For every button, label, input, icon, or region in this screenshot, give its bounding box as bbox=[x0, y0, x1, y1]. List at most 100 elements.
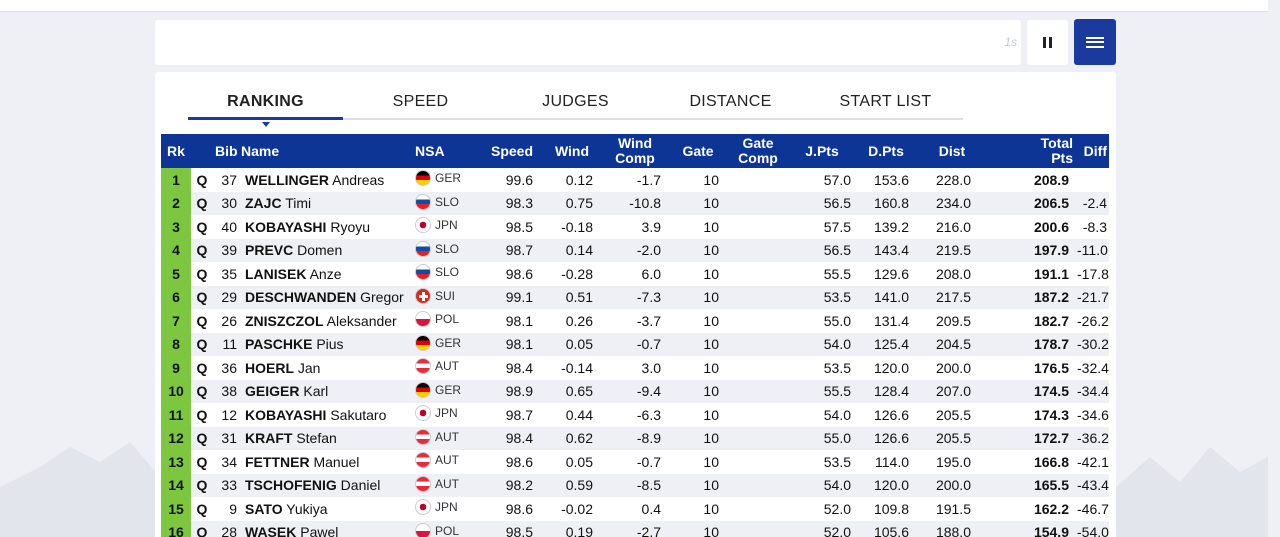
last-name: KOBAYASHI bbox=[245, 406, 327, 423]
speed-cell: 98.5 bbox=[505, 218, 533, 235]
jpts-cell: 56.5 bbox=[789, 238, 855, 262]
dist-cell: 217.5 bbox=[917, 285, 987, 309]
col-jpts[interactable]: J.Pts bbox=[789, 134, 855, 168]
table-row[interactable]: 4 Q 39 PREVC Domen SLO 98.7 0.14 -2.0 10 56.5 143.… bbox=[161, 238, 1109, 262]
name-cell[interactable]: TSCHOFENIG Daniel bbox=[239, 473, 413, 497]
name-cell[interactable]: PASCHKE Pius bbox=[239, 332, 413, 356]
col-wind[interactable]: Wind bbox=[543, 134, 601, 168]
tab-speed[interactable]: SPEED bbox=[343, 93, 498, 111]
name-cell[interactable]: FETTNER Manuel bbox=[239, 450, 413, 474]
col-speed[interactable]: Speed bbox=[481, 134, 543, 168]
dist-cell: 195.0 bbox=[935, 453, 971, 470]
name-cell[interactable]: DESCHWANDEN Gregor bbox=[239, 285, 413, 309]
qualified-cell: Q bbox=[191, 332, 213, 356]
last-name: WELLINGER bbox=[245, 171, 329, 188]
name-cell[interactable]: GEIGER Karl bbox=[239, 379, 413, 403]
table-row[interactable]: 10 Q 38 GEIGER Karl GER 98.9 0.65 -9.4 10 55.5 128… bbox=[161, 379, 1109, 403]
nsa-code: JPN bbox=[435, 406, 458, 421]
table-row[interactable]: 15 Q 9 SATO Yukiya JPN 98.6 -0.02 0.4 10 52.0 109.… bbox=[161, 497, 1109, 521]
dist-cell: 188.0 bbox=[917, 520, 987, 537]
table-row[interactable]: 7 Q 26 ZNISZCZOL Aleksander POL 98.1 0.26 -3.7 1… bbox=[161, 309, 1109, 333]
nsa-cell: JPN bbox=[413, 215, 481, 239]
table-row[interactable]: 3 Q 40 KOBAYASHI Ryoyu JPN 98.5 -0.18 3.9 10 57.5… bbox=[161, 215, 1109, 239]
wind-cell: -0.14 bbox=[561, 359, 593, 376]
nsa-code: GER bbox=[435, 335, 462, 350]
tab-judges[interactable]: JUDGES bbox=[498, 93, 653, 111]
gate-comp-cell bbox=[727, 309, 789, 333]
table-row[interactable]: 14 Q 33 TSCHOFENIG Daniel AUT 98.2 0.59 -8.5 10 5… bbox=[161, 473, 1109, 497]
nsa-cell: GER bbox=[413, 379, 481, 403]
tab-ranking[interactable]: RANKING bbox=[188, 93, 343, 111]
total-cell: 208.9 bbox=[1033, 171, 1069, 188]
total-cell: 197.9 bbox=[987, 238, 1075, 262]
nsa-code: GER bbox=[435, 382, 462, 397]
col-dist[interactable]: Dist bbox=[917, 134, 987, 168]
col-dpts[interactable]: D.Pts bbox=[855, 134, 917, 168]
total-cell: 165.5 bbox=[987, 473, 1075, 497]
pause-button[interactable] bbox=[1027, 20, 1068, 65]
table-row[interactable]: 12 Q 31 KRAFT Stefan AUT 98.4 0.62 -8.9 10 55.0 12… bbox=[161, 426, 1109, 450]
table-row[interactable]: 6 Q 29 DESCHWANDEN Gregor SUI 99.1 0.51 -7.3 10 5… bbox=[161, 285, 1109, 309]
col-name[interactable]: Name bbox=[239, 134, 413, 168]
table-row[interactable]: 5 Q 35 LANISEK Anze SLO 98.6 -0.28 6.0 10 55.5 129… bbox=[161, 262, 1109, 286]
name-cell[interactable]: WELLINGER Andreas bbox=[239, 168, 413, 192]
col-diff[interactable]: Diff bbox=[1075, 134, 1109, 168]
diff-cell bbox=[1075, 168, 1109, 192]
nsa-cell: JPN bbox=[413, 403, 481, 427]
name-cell[interactable]: PREVC Domen bbox=[239, 238, 413, 262]
table-row[interactable]: 11 Q 12 KOBAYASHI Sakutaro JPN 98.7 0.44 -6.3 10… bbox=[161, 403, 1109, 427]
col-gate[interactable]: Gate bbox=[669, 134, 727, 168]
gate-comp-cell bbox=[727, 520, 789, 537]
speed-cell: 98.7 bbox=[481, 238, 543, 262]
wind-comp-cell: 6.0 bbox=[641, 265, 661, 282]
name-cell[interactable]: LANISEK Anze bbox=[239, 262, 413, 286]
table-row[interactable]: 13 Q 34 FETTNER Manuel AUT 98.6 0.05 -0.7 10 53.5… bbox=[161, 450, 1109, 474]
col-gate-comp[interactable]: Gate Comp bbox=[727, 134, 789, 168]
search-bar[interactable]: 1s bbox=[155, 20, 1021, 65]
speed-cell: 98.4 bbox=[481, 426, 543, 450]
menu-button[interactable] bbox=[1074, 19, 1116, 65]
wind-comp-cell: -7.3 bbox=[601, 285, 669, 309]
gate-cell: 10 bbox=[669, 285, 727, 309]
first-name: Aleksander bbox=[326, 312, 397, 329]
flag-icon bbox=[415, 170, 431, 187]
table-row[interactable]: 2 Q 30 ZAJC Timi SLO 98.3 0.75 -10.8 10 56.5 160.8… bbox=[161, 191, 1109, 215]
diff-cell: -26.2 bbox=[1077, 312, 1109, 329]
diff-cell: -43.4 bbox=[1075, 473, 1109, 497]
name-cell[interactable]: WASEK Pawel bbox=[239, 520, 413, 537]
name-cell[interactable]: KOBAYASHI Ryoyu bbox=[239, 215, 413, 239]
caret-down-icon bbox=[262, 122, 270, 127]
col-rk[interactable]: Rk bbox=[161, 134, 191, 168]
name-cell[interactable]: ZAJC Timi bbox=[239, 191, 413, 215]
wind-cell: 0.44 bbox=[565, 406, 593, 423]
col-nsa[interactable]: NSA bbox=[413, 134, 481, 168]
col-total[interactable]: Total Pts bbox=[987, 134, 1075, 168]
bib-cell: 31 bbox=[213, 426, 239, 450]
col-bib[interactable]: Bib bbox=[213, 134, 239, 168]
table-row[interactable]: 1 Q 37 WELLINGER Andreas GER 99.6 0.12 -1.7 10 57… bbox=[161, 168, 1109, 192]
name-cell[interactable]: SATO Yukiya bbox=[239, 497, 413, 521]
tab-distance[interactable]: DISTANCE bbox=[653, 93, 808, 111]
first-name: Domen bbox=[297, 242, 343, 259]
nsa-cell: JPN bbox=[413, 497, 481, 521]
bib-cell: 39 bbox=[213, 238, 239, 262]
wind-comp-cell: -2.7 bbox=[601, 520, 669, 537]
tab-start-list[interactable]: START LIST bbox=[808, 93, 963, 111]
table-row[interactable]: 16 Q 28 WASEK Pawel POL 98.5 0.19 -2.7 10 52.0 105… bbox=[161, 520, 1109, 537]
name-cell[interactable]: KRAFT Stefan bbox=[239, 426, 413, 450]
name-cell[interactable]: ZNISZCZOL Aleksander bbox=[239, 309, 413, 333]
name-cell[interactable]: HOERL Jan bbox=[239, 356, 413, 380]
name-cell[interactable]: KOBAYASHI Sakutaro bbox=[239, 403, 413, 427]
first-name: Pawel bbox=[300, 524, 339, 537]
qualified-cell: Q bbox=[191, 473, 213, 497]
flag-icon bbox=[415, 264, 431, 281]
jpts-cell: 52.0 bbox=[789, 520, 855, 537]
dpts-cell: 141.0 bbox=[855, 285, 917, 309]
table-row[interactable]: 9 Q 36 HOERL Jan AUT 98.4 -0.14 3.0 10 53.5 120.0 2… bbox=[161, 356, 1109, 380]
speed-cell: 98.3 bbox=[481, 191, 543, 215]
table-row[interactable]: 8 Q 11 PASCHKE Pius GER 98.1 0.05 -0.7 10 54.0 125… bbox=[161, 332, 1109, 356]
flag-icon bbox=[415, 240, 431, 257]
col-wind-comp[interactable]: Wind Comp bbox=[601, 134, 669, 168]
wind-comp-cell: 3.0 bbox=[641, 359, 661, 376]
diff-cell: -8.3 bbox=[1082, 218, 1107, 235]
